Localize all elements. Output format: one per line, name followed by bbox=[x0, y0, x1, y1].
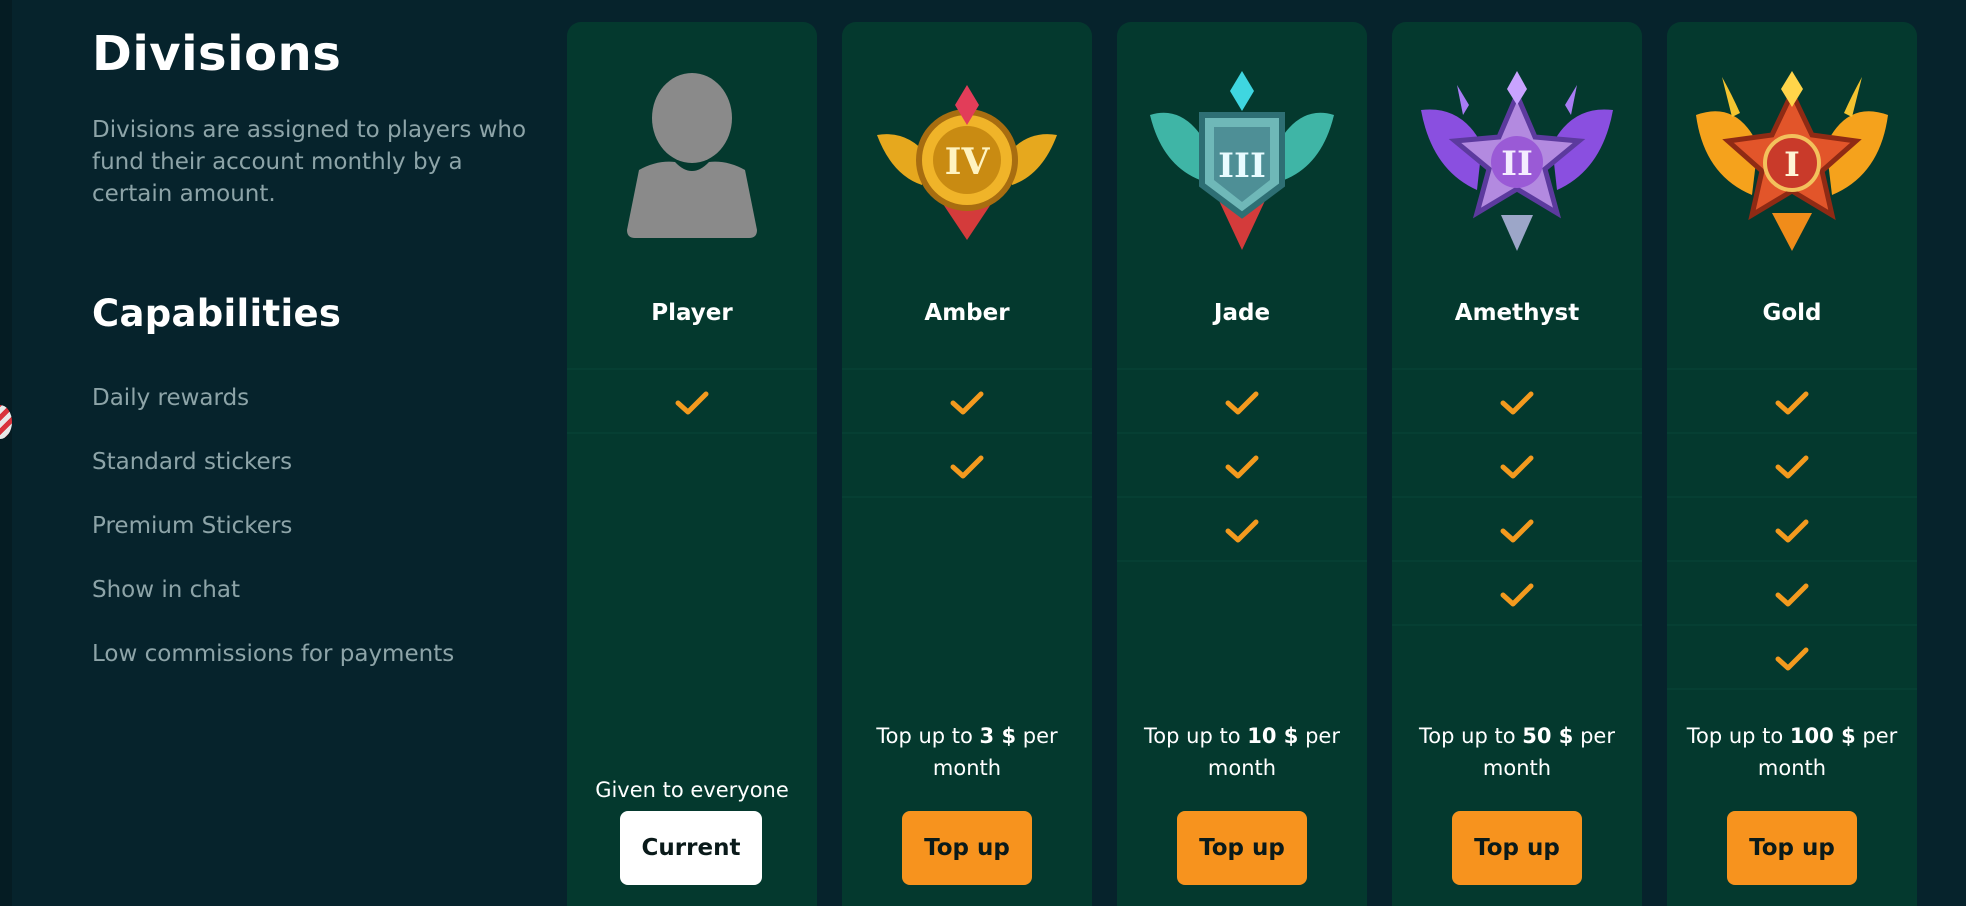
avatar-icon bbox=[592, 60, 792, 260]
division-card-player: Player Given to everyone Current bbox=[567, 22, 817, 906]
badge-numeral: II bbox=[1501, 144, 1533, 184]
top-up-button[interactable]: Top up bbox=[1452, 811, 1582, 885]
checkmark-icon bbox=[1500, 519, 1534, 543]
amber-rank-iv-badge: IV bbox=[867, 60, 1067, 260]
division-card-gold: I Gold Top up to 100 $ per month Top up bbox=[1667, 22, 1917, 906]
checkmark-icon bbox=[1775, 583, 1809, 607]
checkmark-icon bbox=[950, 391, 984, 415]
division-card-jade: III Jade Top up to 10 $ per month Top up bbox=[1117, 22, 1367, 906]
row-separator bbox=[1392, 368, 1642, 370]
jade-rank-iii-badge: III bbox=[1142, 60, 1342, 260]
division-name: Jade bbox=[1213, 300, 1271, 326]
row-separator bbox=[1667, 560, 1917, 562]
checkmark-icon bbox=[1225, 391, 1259, 415]
badge-numeral: IV bbox=[945, 141, 991, 183]
division-requirement: Top up to 3 $ per month bbox=[876, 724, 1058, 780]
checkmark-icon bbox=[950, 455, 984, 479]
current-button[interactable]: Current bbox=[620, 811, 762, 885]
row-separator bbox=[842, 368, 1092, 370]
capability-daily-rewards: Daily rewards bbox=[92, 385, 250, 411]
row-separator bbox=[1667, 624, 1917, 626]
checkmark-icon bbox=[1775, 455, 1809, 479]
division-name: Player bbox=[651, 300, 733, 326]
division-requirement: Top up to 100 $ per month bbox=[1686, 724, 1898, 780]
division-card-amber: IV Amber Top up to 3 $ per month Top up bbox=[842, 22, 1092, 906]
page-description: Divisions are assigned to players who fu… bbox=[92, 117, 527, 207]
row-separator bbox=[842, 496, 1092, 498]
capabilities-title: Capabilities bbox=[92, 292, 342, 335]
division-card-amethyst: II Amethyst Top up to 50 $ per month Top… bbox=[1392, 22, 1642, 906]
division-requirement: Top up to 10 $ per month bbox=[1144, 724, 1340, 780]
checkmark-icon bbox=[1225, 455, 1259, 479]
row-separator bbox=[1117, 496, 1367, 498]
capability-show-in-chat: Show in chat bbox=[92, 577, 240, 603]
division-requirement: Top up to 50 $ per month bbox=[1419, 724, 1615, 780]
row-separator bbox=[1117, 368, 1367, 370]
division-name: Amber bbox=[924, 300, 1010, 326]
page-title: Divisions bbox=[92, 26, 342, 82]
amethyst-rank-ii-badge: II bbox=[1417, 60, 1617, 260]
checkmark-icon bbox=[1775, 647, 1809, 671]
badge-numeral: I bbox=[1784, 145, 1800, 185]
divisions-page: Divisions Divisions are assigned to play… bbox=[0, 0, 1966, 906]
division-name: Gold bbox=[1762, 300, 1822, 326]
top-up-button[interactable]: Top up bbox=[1727, 811, 1857, 885]
row-separator bbox=[1667, 368, 1917, 370]
capability-standard-stickers: Standard stickers bbox=[92, 449, 293, 475]
row-separator bbox=[567, 368, 817, 370]
row-separator bbox=[567, 432, 817, 434]
checkmark-icon bbox=[1500, 583, 1534, 607]
badge-numeral: III bbox=[1218, 146, 1266, 186]
row-separator bbox=[1667, 496, 1917, 498]
capability-low-commissions: Low commissions for payments bbox=[92, 641, 455, 667]
row-separator bbox=[1392, 496, 1642, 498]
top-up-button[interactable]: Top up bbox=[1177, 811, 1307, 885]
row-separator bbox=[842, 432, 1092, 434]
checkmark-icon bbox=[1775, 391, 1809, 415]
left-edge-strip bbox=[0, 0, 12, 906]
checkmark-icon bbox=[675, 391, 709, 415]
row-separator bbox=[1392, 560, 1642, 562]
row-separator bbox=[1667, 688, 1917, 690]
checkmark-icon bbox=[1225, 519, 1259, 543]
top-up-button[interactable]: Top up bbox=[902, 811, 1032, 885]
gold-rank-i-badge: I bbox=[1692, 60, 1892, 260]
row-separator bbox=[1392, 624, 1642, 626]
row-separator bbox=[1117, 432, 1367, 434]
capability-premium-stickers: Premium Stickers bbox=[92, 513, 293, 539]
row-separator bbox=[1392, 432, 1642, 434]
checkmark-icon bbox=[1500, 455, 1534, 479]
division-name: Amethyst bbox=[1454, 300, 1580, 326]
row-separator bbox=[1117, 560, 1367, 562]
row-separator bbox=[1667, 432, 1917, 434]
checkmark-icon bbox=[1500, 391, 1534, 415]
division-requirement: Given to everyone bbox=[595, 778, 789, 802]
checkmark-icon bbox=[1775, 519, 1809, 543]
